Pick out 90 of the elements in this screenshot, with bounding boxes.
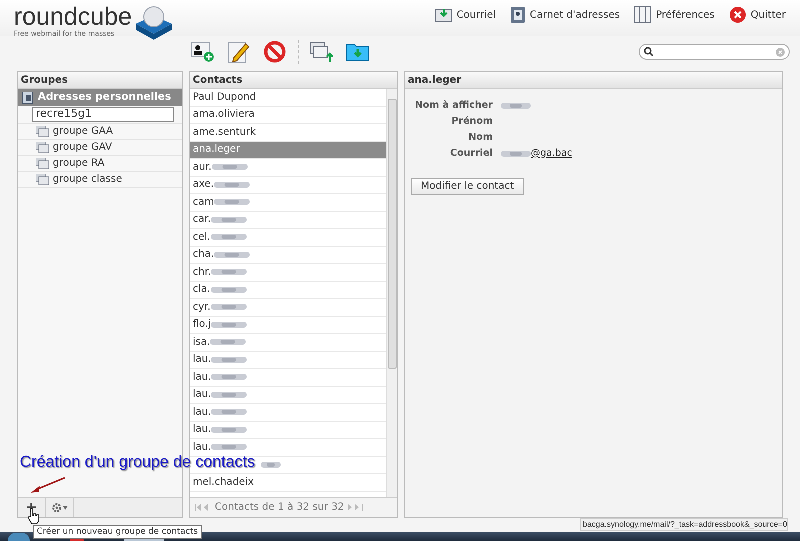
start-orb-icon[interactable]: [8, 533, 30, 541]
contact-row[interactable]: cam: [190, 194, 386, 212]
contact-name: lau.: [193, 440, 212, 455]
group-icon: [36, 158, 50, 169]
contact-name: flo.j: [193, 318, 212, 332]
pager-label: Contacts de 1 à 32 sur 32: [215, 501, 344, 515]
contact-row[interactable]: isa.: [190, 334, 386, 352]
contact-row[interactable]: lau.: [190, 369, 386, 386]
panel-header: ana.leger: [405, 72, 782, 89]
arrow-icon: [30, 477, 66, 494]
contact-row[interactable]: cha.: [190, 246, 386, 264]
contact-row[interactable]: Paul Dupond: [190, 89, 386, 106]
group-item[interactable]: groupe RA: [18, 156, 182, 172]
contact-name: isa.: [193, 336, 210, 350]
nav-link[interactable]: Courriel: [434, 7, 496, 23]
scrollbar[interactable]: [386, 89, 397, 497]
contact-row[interactable]: axe.: [190, 176, 386, 194]
panel-header: Contacts: [190, 72, 397, 89]
contact-row[interactable]: flo.j: [190, 316, 386, 334]
gear-icon: [52, 502, 62, 512]
close-icon: [728, 6, 747, 24]
group-item[interactable]: groupe GAV: [18, 140, 182, 156]
panel-icon: [634, 6, 652, 24]
contact-row[interactable]: chr.: [190, 264, 386, 282]
contact-row[interactable]: lau.: [190, 422, 386, 439]
logo-wordmark: roundcube: [14, 4, 132, 30]
contact-name: axe.: [193, 178, 214, 192]
contact-name: lau.: [193, 370, 212, 385]
no-entry-icon: [264, 41, 286, 63]
contact-name: ana.leger: [193, 143, 240, 158]
contact-name: lau.: [193, 388, 212, 402]
pencil-icon: [228, 40, 250, 64]
contact-row[interactable]: aur.: [190, 159, 386, 176]
contact-row[interactable]: cel.: [190, 229, 386, 246]
address-book-icon: [22, 92, 34, 104]
field-label: Nom à afficher: [414, 98, 493, 113]
contact-name: aur.: [193, 160, 212, 175]
add-contact-icon: [191, 41, 215, 63]
field-label: Nom: [468, 130, 493, 145]
contact-row[interactable]: lau.: [190, 404, 386, 422]
email-link[interactable]: @ga.bac: [531, 146, 572, 162]
address-source-item[interactable]: Adresses personnelles: [18, 89, 182, 106]
annotation-text: Création d'un groupe de contacts: [20, 454, 256, 472]
import-contacts-icon: [310, 41, 334, 63]
contact-row[interactable]: car.: [190, 212, 386, 229]
search-field[interactable]: [639, 44, 790, 60]
contact-name: lau.: [193, 423, 212, 438]
contact-name: lau.: [193, 353, 212, 368]
contact-name: lau.: [193, 406, 212, 420]
field-label: Prénom: [450, 114, 493, 129]
envelope-icon: [434, 7, 453, 23]
delete-button[interactable]: [262, 39, 288, 65]
cube-logo-icon: [134, 4, 174, 40]
contact-row[interactable]: lau.: [190, 439, 386, 456]
contact-name: cel.: [193, 230, 211, 245]
group-name-field[interactable]: recre15g1: [32, 107, 174, 122]
edit-contact-button[interactable]: Modifier le contact: [411, 178, 524, 195]
contact-name: Paul Dupond: [193, 90, 256, 105]
tooltip: Créer un nouveau groupe de contacts: [33, 525, 202, 539]
contact-name: cam: [193, 196, 214, 210]
contact-name: mel.chadeix: [193, 476, 254, 490]
address-book-icon: [510, 6, 526, 24]
contact-name: chr.: [193, 266, 212, 280]
group-icon: [36, 174, 50, 185]
contact-row[interactable]: cyr.: [190, 299, 386, 316]
caret-icon: [62, 506, 68, 510]
search-icon: [644, 47, 654, 57]
nav-link[interactable]: Préférences: [634, 6, 715, 24]
group-icon: [36, 126, 50, 137]
contact-name: ame.senturk: [193, 126, 256, 140]
contact-row[interactable]: lau.: [190, 352, 386, 369]
contact-row[interactable]: cla.: [190, 282, 386, 299]
field-label: Courriel: [449, 146, 493, 161]
contact-row[interactable]: lau.: [190, 386, 386, 404]
contact-name: cla.: [193, 283, 211, 298]
nav-link[interactable]: Carnet d'adresses: [510, 6, 620, 24]
group-item[interactable]: groupe classe: [18, 172, 182, 188]
contact-name: cha.: [193, 248, 214, 262]
nav-link[interactable]: Quitter: [728, 6, 786, 24]
contact-row[interactable]: ama.oliviera: [190, 106, 386, 124]
scrollbar-thumb[interactable]: [388, 99, 396, 369]
address-source-label: Adresses personnelles: [38, 90, 172, 105]
status-url: bacga.synology.me/mail/?_task=addressbook&_source=0: [580, 518, 788, 531]
group-icon: [36, 142, 50, 153]
contact-name: cyr.: [193, 300, 211, 315]
contact-name: ama.oliviera: [193, 108, 255, 122]
contact-row[interactable]: mel.chadeix: [190, 474, 386, 492]
folder-icon: [346, 42, 370, 62]
contact-name: car.: [193, 213, 211, 228]
group-item[interactable]: groupe GAA: [18, 124, 182, 140]
